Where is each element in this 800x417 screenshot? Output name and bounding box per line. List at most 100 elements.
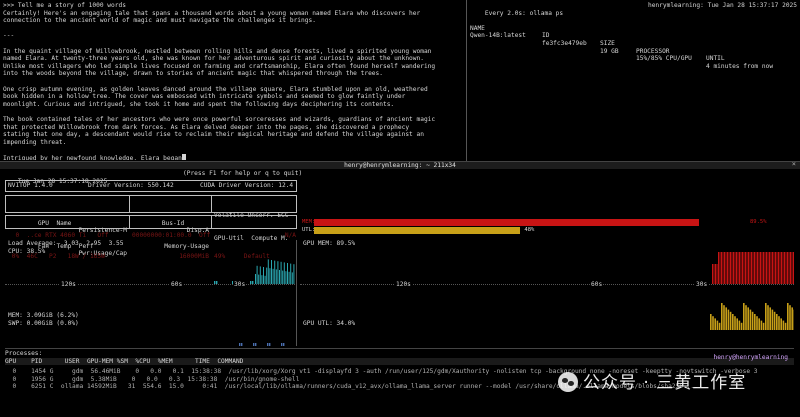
gpu-mem-graph-bar	[727, 252, 728, 284]
pane-title-bar[interactable]: henry@henrymlearning: ~ 211x34 ×	[0, 160, 800, 169]
gpu-mem-graph-bar	[782, 252, 784, 284]
gpu-bus-cell: 00000000:01:00.0 Off	[132, 232, 211, 240]
load-average: Load Average: 3.03 2.95 3.55	[8, 240, 124, 247]
host-mem-graph-bar	[253, 343, 255, 346]
gpu-mem-graph-bar	[784, 252, 785, 284]
ps-model-processor: 15%/85% CPU/GPU	[636, 55, 692, 63]
mem-bar-row: MEM: 89.5%	[300, 219, 794, 226]
chat-line: The book contained tales of her ancestor…	[3, 115, 436, 123]
close-icon[interactable]: ×	[792, 160, 796, 169]
gpu-mem-graph-bar	[779, 252, 781, 284]
chat-line: named Elara. At twenty-three years old, …	[3, 55, 424, 63]
host-mem-graph-bar	[241, 343, 243, 346]
host-mem-text: MEM: 3.09GiB (6.2%)	[8, 312, 79, 319]
gpu-mem-graph-bar	[737, 252, 739, 284]
gpu-mem-graph-bar	[730, 252, 731, 284]
gpu-mem-graph	[712, 252, 794, 284]
host-mem-graph-bar	[255, 343, 257, 346]
cpu-graph	[214, 259, 295, 284]
chat-line	[3, 108, 465, 116]
gpu-utl-graph-bar	[734, 316, 736, 330]
gpu-utl-graph-bar	[754, 314, 756, 330]
gpu-utl-graph-bar	[725, 307, 727, 330]
ollama-ps-pane[interactable]: Every 2.0s: ollama ps henrymlearning: Tu…	[470, 2, 797, 160]
host-mem-graph-bar	[283, 343, 285, 346]
gpu-utl-graph-bar	[771, 309, 774, 330]
gpu-mem-graph-bar	[767, 252, 769, 284]
ps-col-until: UNTIL	[706, 55, 725, 63]
chat-line	[3, 40, 465, 48]
gpu-utl-graph-bar	[718, 322, 721, 330]
gpu-mem-graph-bar	[718, 252, 719, 284]
chat-line: Intrigued by her newfound knowledge, Ela…	[3, 153, 465, 160]
gpu-mem-graph-bar	[776, 252, 778, 284]
gpu-utl-graph-bar	[749, 309, 752, 330]
gpu-axis-120s: 120s	[395, 281, 412, 289]
chat-output: Certainly! Here's an engaging tale that …	[3, 10, 465, 160]
watermark-text: 公众号 · 三黄工作室	[583, 373, 747, 393]
gpu-utl-graph-bar	[791, 307, 793, 330]
chat-line: impending threat.	[3, 138, 67, 146]
gpu-mem-graph-bar	[752, 252, 754, 284]
gpu-utl-graph-bar	[736, 318, 738, 330]
gpu-mem-graph-bar	[724, 252, 725, 284]
gpu-utl-graph-bar	[743, 303, 745, 330]
chat-line: book hidden in a hollow tree. The cover …	[3, 93, 406, 101]
watch-header: Every 2.0s: ollama ps	[484, 9, 564, 17]
gpu-axis-60s: 60s	[590, 281, 604, 289]
gpu-bars: MEM: 89.5% UTL: 48%	[300, 219, 794, 235]
gpu-row-box[interactable]: 0 ..ce RTX 4060 Ti Off 0% 46C P2 18W / 1…	[5, 215, 297, 260]
gpu-utl-graph-bar	[729, 311, 732, 330]
gpu-utl-graph-bar	[778, 316, 780, 330]
host-mem-graph-bar	[269, 343, 271, 346]
gpu-mem-graph-bar	[791, 252, 793, 284]
gpu-utl-graph-bar	[773, 311, 776, 330]
gpu-utl-graph-bar	[732, 314, 734, 330]
chat-line: connection to the ancient world of magic…	[3, 17, 316, 25]
ps-model-name: Qwen-14B:latest	[470, 32, 526, 40]
gpu-mem-graph-bar	[790, 252, 791, 284]
gpu-mem-graph-bar	[719, 252, 721, 284]
chat-line: into the woods beyond the village, drawn…	[3, 70, 383, 78]
gpu-mem-graph-bar	[760, 252, 761, 284]
gpu-utl-graph-bar	[738, 320, 741, 330]
gpu-mem-graph-bar	[766, 252, 767, 284]
chat-line: that protected Willowbrook from dark for…	[3, 123, 410, 131]
gpu-utl-percent: GPU UTL: 34.0%	[303, 320, 356, 327]
gpu-utl-graph-bar	[714, 318, 716, 330]
chat-line: Unlike most villagers who led simple liv…	[3, 62, 436, 70]
gpu-mem-graph-bar	[743, 252, 745, 284]
gpu-utl-graph-bar	[760, 320, 763, 330]
gpu-mem-graph-bar	[748, 252, 749, 284]
utl-bar-value: 48%	[524, 227, 535, 233]
gpu-mem-graph-bar	[739, 252, 740, 284]
gpu-mem-graph-bar	[770, 252, 772, 284]
gpu-mem-graph-bar	[761, 252, 763, 284]
gpu-mem-graph-bar	[781, 252, 782, 284]
gpu-mem-graph-bar	[749, 252, 751, 284]
mem-bar-value: 89.5%	[750, 219, 767, 225]
nvitop-help-hint: (Press F1 for help or q to quit)	[183, 170, 303, 177]
nvitop-header-box: NVITOP 1.4.0 Driver Version: 550.142 CUD…	[5, 180, 297, 192]
cpu-axis-120s: 120s	[60, 281, 77, 289]
text-cursor	[181, 153, 186, 160]
gpu-mem-graph-bar	[736, 252, 737, 284]
chat-prompt: >>> Tell me a story of 1000 words	[3, 2, 126, 9]
nvitop-version: NVITOP 1.4.0	[8, 182, 53, 189]
pane-divider[interactable]	[466, 0, 467, 161]
cpu-axis-30s: 30s	[233, 281, 247, 289]
ps-model-until: 4 minutes from now	[706, 62, 774, 70]
gpu-mem-graph-bar	[773, 252, 775, 284]
ollama-chat-pane[interactable]: >>> Tell me a story of 1000 words Certai…	[3, 2, 465, 160]
gpu-utl-graph-bar	[716, 320, 719, 330]
wechat-watermark: 公众号 · 三黄工作室	[558, 372, 778, 394]
gpu-mem-graph-bar	[722, 252, 724, 284]
ps-model-size: 19 GB	[600, 47, 619, 55]
gpu-mem-graph-bar	[775, 252, 776, 284]
gpu-mem-graph-bar	[793, 252, 794, 284]
gpu-mem-graph-bar	[778, 252, 779, 284]
gpu-ecc-cell: N/A	[284, 232, 296, 240]
gpu-mem-graph-bar	[734, 252, 736, 284]
gpu-mem-graph-bar	[751, 252, 752, 284]
gpu-mem-graph-bar	[764, 252, 766, 284]
